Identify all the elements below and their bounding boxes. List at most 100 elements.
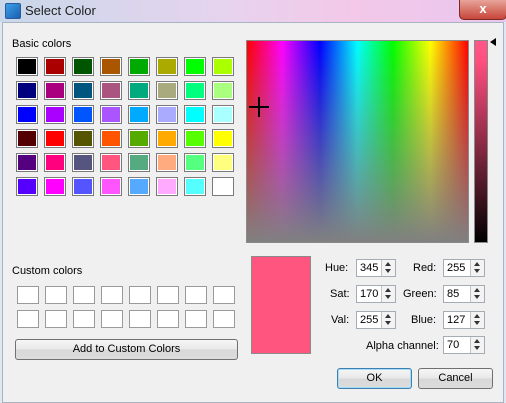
spin-down-icon[interactable] — [385, 321, 391, 325]
basic-color-swatch[interactable] — [100, 105, 122, 124]
basic-color-swatch[interactable] — [212, 105, 234, 124]
basic-color-swatch[interactable] — [212, 57, 234, 76]
basic-color-swatch[interactable] — [212, 153, 234, 172]
custom-color-swatch[interactable] — [101, 310, 123, 328]
spin-down-icon[interactable] — [474, 269, 480, 273]
spin-up-icon[interactable] — [474, 339, 480, 343]
basic-color-swatch[interactable] — [44, 105, 66, 124]
basic-color-swatch[interactable] — [156, 105, 178, 124]
basic-color-swatch[interactable] — [128, 105, 150, 124]
basic-color-swatch[interactable] — [128, 81, 150, 100]
alpha-spinbox[interactable]: 70 — [443, 336, 485, 354]
basic-color-swatch[interactable] — [156, 153, 178, 172]
hue-spinbox[interactable]: 345 — [356, 259, 396, 277]
custom-color-swatch[interactable] — [129, 286, 151, 304]
close-button[interactable]: x — [459, 0, 506, 20]
basic-color-swatch[interactable] — [72, 177, 94, 196]
sat-spinbox[interactable]: 170 — [356, 285, 396, 303]
add-to-custom-colors-button[interactable]: Add to Custom Colors — [15, 339, 238, 360]
basic-color-swatch[interactable] — [156, 57, 178, 76]
custom-color-swatch[interactable] — [185, 310, 207, 328]
basic-color-swatch[interactable] — [184, 81, 206, 100]
basic-color-swatch[interactable] — [156, 129, 178, 148]
basic-color-swatch[interactable] — [72, 105, 94, 124]
basic-color-swatch[interactable] — [100, 57, 122, 76]
custom-color-swatch[interactable] — [157, 286, 179, 304]
spin-up-icon[interactable] — [385, 288, 391, 292]
spin-up-icon[interactable] — [474, 262, 480, 266]
basic-color-swatch[interactable] — [16, 153, 38, 172]
spin-up-icon[interactable] — [385, 262, 391, 266]
basic-color-swatch[interactable] — [72, 81, 94, 100]
spin-down-icon[interactable] — [385, 295, 391, 299]
custom-color-swatch[interactable] — [17, 310, 39, 328]
basic-color-swatch[interactable] — [16, 177, 38, 196]
basic-color-swatch[interactable] — [156, 81, 178, 100]
basic-color-swatch[interactable] — [16, 57, 38, 76]
basic-colors-label: Basic colors — [12, 38, 72, 50]
spin-down-icon[interactable] — [474, 346, 480, 350]
basic-color-swatch[interactable] — [212, 129, 234, 148]
basic-color-swatch[interactable] — [72, 129, 94, 148]
custom-color-swatch[interactable] — [213, 286, 235, 304]
basic-color-swatch[interactable] — [72, 57, 94, 76]
basic-color-swatch[interactable] — [184, 105, 206, 124]
basic-color-swatch[interactable] — [100, 129, 122, 148]
spin-up-icon[interactable] — [474, 288, 480, 292]
spin-down-icon[interactable] — [474, 321, 480, 325]
basic-color-swatch[interactable] — [128, 57, 150, 76]
basic-color-swatch[interactable] — [16, 81, 38, 100]
ok-button[interactable]: OK — [337, 368, 412, 389]
sat-value: 170 — [360, 288, 379, 300]
custom-color-swatch[interactable] — [73, 286, 95, 304]
basic-color-swatch[interactable] — [128, 177, 150, 196]
basic-color-swatch[interactable] — [184, 177, 206, 196]
custom-color-swatch[interactable] — [129, 310, 151, 328]
sat-label: Sat: — [330, 288, 350, 300]
basic-color-swatch[interactable] — [72, 153, 94, 172]
basic-color-swatch[interactable] — [212, 81, 234, 100]
basic-color-swatch[interactable] — [184, 57, 206, 76]
basic-color-swatch[interactable] — [128, 129, 150, 148]
basic-color-swatch[interactable] — [44, 81, 66, 100]
custom-color-swatch[interactable] — [45, 286, 67, 304]
spin-up-icon[interactable] — [474, 314, 480, 318]
basic-color-swatch[interactable] — [184, 153, 206, 172]
spin-down-icon[interactable] — [385, 269, 391, 273]
basic-color-swatch[interactable] — [16, 129, 38, 148]
basic-color-swatch[interactable] — [156, 177, 178, 196]
custom-color-swatch[interactable] — [213, 310, 235, 328]
luminance-slider[interactable] — [474, 40, 488, 243]
spin-down-icon[interactable] — [474, 295, 480, 299]
basic-color-swatch[interactable] — [44, 129, 66, 148]
basic-color-swatch[interactable] — [44, 153, 66, 172]
custom-color-swatch[interactable] — [157, 310, 179, 328]
basic-color-swatch[interactable] — [16, 105, 38, 124]
crosshair-icon — [258, 97, 260, 117]
val-spinbox[interactable]: 255 — [356, 311, 396, 329]
basic-color-swatch[interactable] — [44, 57, 66, 76]
app-icon — [5, 3, 21, 19]
custom-color-swatch[interactable] — [45, 310, 67, 328]
green-spinbox[interactable]: 85 — [443, 285, 485, 303]
basic-color-swatch[interactable] — [184, 129, 206, 148]
custom-color-swatch[interactable] — [73, 310, 95, 328]
spin-up-icon[interactable] — [385, 314, 391, 318]
custom-color-swatch[interactable] — [17, 286, 39, 304]
blue-spinbox[interactable]: 127 — [443, 311, 485, 329]
cancel-button[interactable]: Cancel — [418, 368, 493, 389]
basic-color-swatch[interactable] — [100, 177, 122, 196]
green-label: Green: — [403, 288, 437, 300]
alpha-value: 70 — [447, 339, 460, 351]
red-spinbox[interactable]: 255 — [443, 259, 485, 277]
color-spectrum[interactable] — [246, 40, 469, 243]
basic-color-swatch[interactable] — [128, 153, 150, 172]
basic-color-swatch[interactable] — [100, 153, 122, 172]
basic-color-swatch[interactable] — [212, 177, 234, 196]
basic-color-swatch[interactable] — [100, 81, 122, 100]
current-color-preview — [251, 256, 311, 354]
custom-color-swatch[interactable] — [101, 286, 123, 304]
basic-color-swatch[interactable] — [44, 177, 66, 196]
custom-color-swatch[interactable] — [185, 286, 207, 304]
slider-arrow-icon[interactable] — [490, 38, 496, 46]
